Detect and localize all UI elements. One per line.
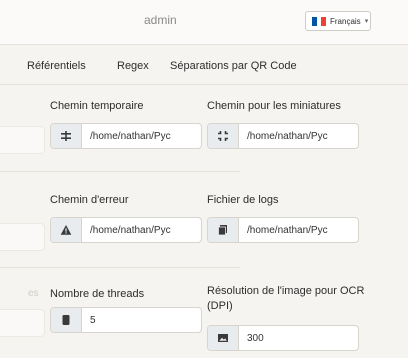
cut-off-input (0, 223, 45, 251)
cut-off-input (0, 126, 45, 154)
log-file-input[interactable]: /home/nathan/Pyc (239, 218, 358, 242)
ocr-dpi-label: Résolution de l'image pour OCR (DPI) (207, 285, 365, 312)
language-label: Français (330, 16, 361, 26)
tab-regex[interactable]: Regex (117, 60, 149, 72)
tab-referentiels[interactable]: Référentiels (27, 60, 86, 72)
copy-icon (208, 218, 239, 242)
settings-page: admin Français ▾ Référentiels Regex Sépa… (0, 0, 408, 358)
grip-lines-icon (51, 124, 82, 148)
error-path-input[interactable]: /home/nathan/Pyc (82, 218, 201, 242)
log-file-label: Fichier de logs (207, 194, 279, 206)
section-divider (0, 171, 240, 172)
language-select[interactable]: Français ▾ (305, 11, 371, 31)
temp-path-input[interactable]: /home/nathan/Pyc (82, 124, 201, 148)
tab-divider (0, 84, 408, 85)
ocr-dpi-input-group: 300 (207, 325, 359, 351)
warning-icon (51, 218, 82, 242)
error-path-input-group: /home/nathan/Pyc (50, 217, 202, 243)
user-label[interactable]: admin (144, 13, 177, 27)
threads-label: Nombre de threads (50, 288, 145, 300)
threads-input-group: 5 (50, 307, 202, 333)
error-path-label: Chemin d'erreur (50, 194, 129, 206)
cut-off-input (0, 309, 45, 337)
thumb-path-label: Chemin pour les miniatures (207, 100, 341, 112)
server-icon (51, 308, 82, 332)
tab-qr-separations[interactable]: Séparations par QR Code (170, 60, 297, 72)
threads-input[interactable]: 5 (82, 308, 201, 332)
image-icon (208, 326, 239, 350)
cut-off-label-fragment: es (28, 288, 39, 299)
thumb-path-input[interactable]: /home/nathan/Pyc (239, 124, 358, 148)
thumb-path-input-group: /home/nathan/Pyc (207, 123, 359, 149)
ocr-dpi-input[interactable]: 300 (239, 326, 358, 350)
french-flag-icon (312, 16, 327, 26)
temp-path-label: Chemin temporaire (50, 100, 144, 112)
section-divider (0, 267, 240, 268)
chevron-down-icon: ▾ (364, 18, 369, 25)
top-navbar: admin Français ▾ (0, 0, 408, 45)
log-file-input-group: /home/nathan/Pyc (207, 217, 359, 243)
temp-path-input-group: /home/nathan/Pyc (50, 123, 202, 149)
compress-icon (208, 124, 239, 148)
